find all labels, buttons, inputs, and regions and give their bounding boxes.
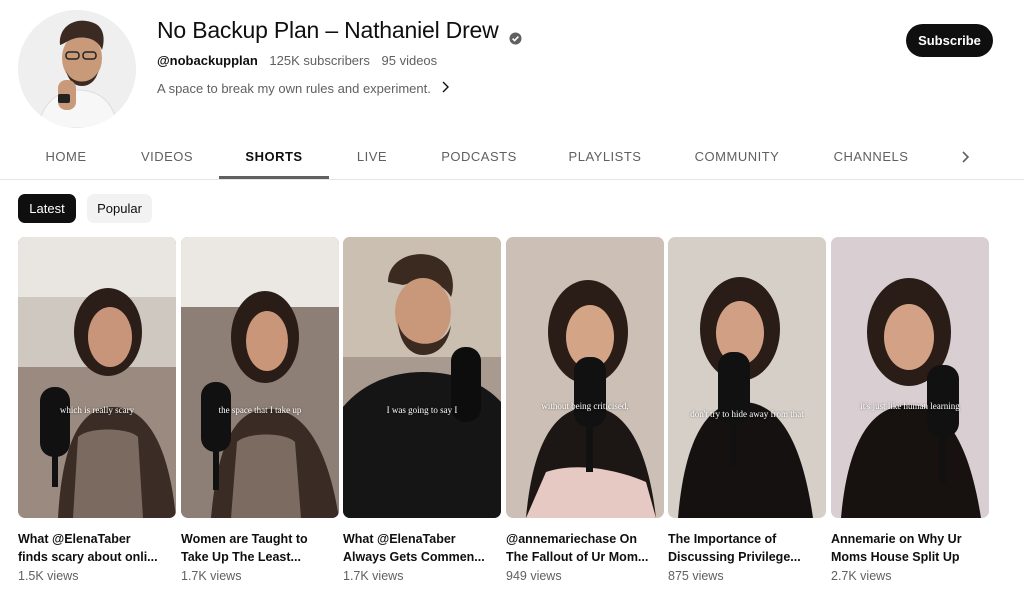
short-caption: I was going to say I [386, 405, 458, 415]
chip-popular[interactable]: Popular [87, 194, 152, 223]
short-views: 2.7K views [831, 569, 892, 583]
subscriber-count: 125K subscribers [269, 53, 370, 68]
short-title-line-2: The Fallout of Ur Mom... [506, 550, 649, 564]
short-thumbnail[interactable]: I was going to say I [343, 237, 501, 518]
short-title[interactable]: Women are Taught to Take Up The Least... [181, 530, 339, 566]
short-card[interactable]: without being criticised, @annemariechas… [506, 237, 664, 583]
channel-name[interactable]: No Backup Plan – Nathaniel Drew [157, 17, 499, 44]
description-text: A space to break my own rules and experi… [157, 81, 431, 96]
short-caption: don't try to hide away from that [690, 409, 804, 419]
short-title[interactable]: Annemarie on Why Ur Moms House Split Up [831, 530, 989, 566]
short-title-line-1: Women are Taught to [181, 532, 308, 546]
tab-videos[interactable]: VIDEOS [132, 136, 202, 176]
short-views: 875 views [668, 569, 724, 583]
short-title-line-2: Discussing Privilege... [668, 550, 801, 564]
channel-meta: @nobackupplan 125K subscribers 95 videos [157, 53, 437, 68]
chevron-right-icon [441, 81, 450, 96]
short-title[interactable]: What @ElenaTaber Always Gets Commen... [343, 530, 501, 566]
short-views: 949 views [506, 569, 562, 583]
channel-tabs: HOME VIDEOS SHORTS LIVE PODCASTS PLAYLIS… [0, 136, 1024, 180]
short-title-line-2: finds scary about onli... [18, 550, 158, 564]
chevron-right-icon [955, 151, 975, 169]
short-card[interactable]: which is really scary What @ElenaTaber f… [18, 237, 176, 583]
short-thumbnail[interactable]: don't try to hide away from that [668, 237, 826, 518]
tab-podcasts[interactable]: PODCASTS [432, 136, 526, 176]
tab-shorts[interactable]: SHORTS [219, 136, 329, 179]
short-caption: without being criticised, [541, 401, 629, 411]
short-title-line-1: The Importance of [668, 532, 777, 546]
short-title-line-2: Always Gets Commen... [343, 550, 485, 564]
short-title-line-1: @annemariechase On [506, 532, 637, 546]
video-count: 95 videos [381, 53, 438, 68]
short-views: 1.7K views [181, 569, 242, 583]
channel-handle: @nobackupplan [157, 53, 258, 68]
short-views: 1.5K views [18, 569, 79, 583]
tab-playlists[interactable]: PLAYLISTS [560, 136, 650, 176]
short-title-line-1: What @ElenaTaber [18, 532, 131, 546]
short-caption: which is really scary [59, 405, 135, 415]
short-caption: the space that I take up [218, 405, 302, 415]
verified-check-icon [509, 24, 522, 45]
channel-description[interactable]: A space to break my own rules and experi… [157, 81, 450, 96]
tab-community[interactable]: COMMUNITY [686, 136, 788, 176]
short-title-line-2: Take Up The Least... [181, 550, 301, 564]
channel-avatar[interactable] [18, 10, 136, 128]
short-card[interactable]: it's just like human learning Annemarie … [831, 237, 989, 583]
short-thumbnail[interactable]: the space that I take up [181, 237, 339, 518]
short-title[interactable]: @annemariechase On The Fallout of Ur Mom… [506, 530, 664, 566]
short-title[interactable]: The Importance of Discussing Privilege..… [668, 530, 826, 566]
tab-home[interactable]: HOME [34, 136, 98, 176]
short-thumbnail[interactable]: without being criticised, [506, 237, 664, 518]
tab-channels[interactable]: CHANNELS [824, 136, 918, 176]
channel-title: No Backup Plan – Nathaniel Drew [157, 17, 522, 45]
short-caption: it's just like human learning [860, 401, 960, 411]
short-title-line-1: What @ElenaTaber [343, 532, 456, 546]
short-card[interactable]: don't try to hide away from that The Imp… [668, 237, 826, 583]
short-thumbnail[interactable]: which is really scary [18, 237, 176, 518]
short-title[interactable]: What @ElenaTaber finds scary about onli.… [18, 530, 176, 566]
chip-latest[interactable]: Latest [18, 194, 76, 223]
tabs-scroll-next[interactable] [955, 149, 975, 165]
short-views: 1.7K views [343, 569, 404, 583]
tab-live[interactable]: LIVE [347, 136, 397, 176]
short-title-line-2: Moms House Split Up [831, 550, 960, 564]
short-card[interactable]: I was going to say I What @ElenaTaber Al… [343, 237, 501, 583]
subscribe-button[interactable]: Subscribe [906, 24, 993, 57]
short-title-line-1: Annemarie on Why Ur [831, 532, 962, 546]
short-thumbnail[interactable]: it's just like human learning [831, 237, 989, 518]
short-card[interactable]: the space that I take up Women are Taugh… [181, 237, 339, 583]
